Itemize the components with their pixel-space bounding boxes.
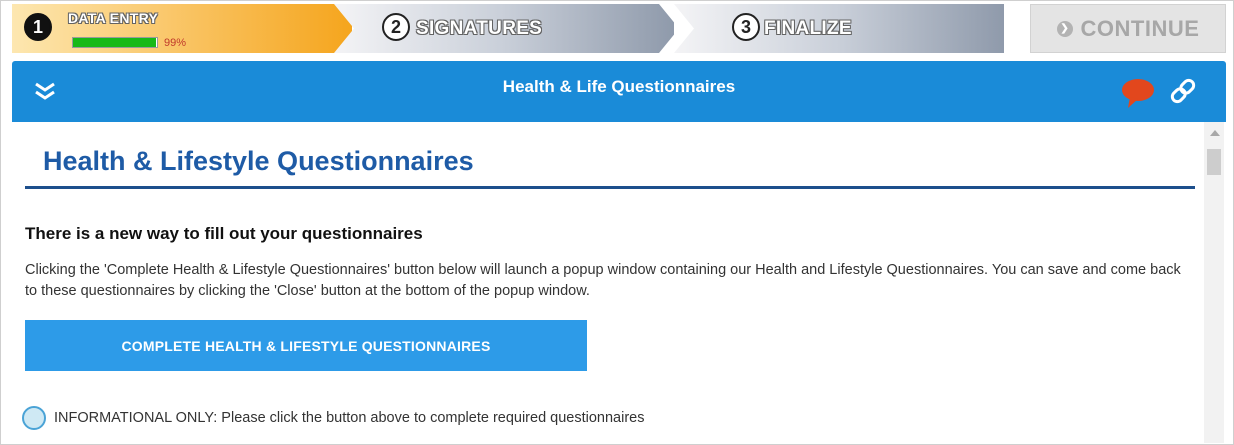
complete-questionnaires-button[interactable]: COMPLETE HEALTH & LIFESTYLE QUESTIONNAIR…: [25, 320, 587, 371]
page-title: Health & Lifestyle Questionnaires: [43, 146, 474, 176]
step-progress-track: [72, 37, 158, 48]
chevron-right-icon: ❯: [1056, 20, 1073, 37]
step-signatures[interactable]: 2 SIGNATURES: [334, 4, 674, 53]
scroll-up-arrow-icon[interactable]: [1210, 130, 1220, 136]
step-progress-bar: 1 DATA ENTRY 99% 2 SIGNATURES 3 FINALIZE…: [12, 4, 1226, 53]
vertical-scrollbar[interactable]: [1204, 122, 1224, 443]
step-label: SIGNATURES: [416, 18, 543, 39]
scroll-thumb[interactable]: [1207, 149, 1221, 175]
step-progress-fill: [73, 38, 157, 47]
header-title: Health & Life Questionnaires: [502, 77, 736, 96]
step-number: 1: [24, 13, 52, 41]
section-header: Health & Life Questionnaires: [12, 61, 1226, 122]
notice-body: Clicking the 'Complete Health & Lifestyl…: [25, 262, 1181, 299]
notice-heading: There is a new way to fill out your ques…: [25, 224, 423, 243]
continue-button[interactable]: ❯ CONTINUE: [1030, 4, 1226, 53]
continue-label: CONTINUE: [1080, 15, 1200, 41]
step-progress-percent: 99%: [164, 37, 187, 49]
title-divider: [25, 186, 1195, 189]
step-number: 3: [732, 13, 760, 41]
main-content: Health & Lifestyle Questionnaires There …: [12, 122, 1226, 443]
chat-bubble-icon[interactable]: [1120, 75, 1156, 111]
link-icon[interactable]: [1167, 75, 1199, 107]
step-label: DATA ENTRY: [68, 10, 159, 26]
step-label: FINALIZE: [764, 18, 852, 39]
step-data-entry[interactable]: 1 DATA ENTRY 99%: [12, 4, 352, 53]
info-row: INFORMATIONAL ONLY: Please click the but…: [22, 406, 645, 430]
step-number: 2: [382, 13, 410, 41]
step-finalize[interactable]: 3 FINALIZE: [674, 4, 1004, 53]
info-radio[interactable]: [22, 406, 46, 430]
info-text: INFORMATIONAL ONLY: Please click the but…: [54, 410, 645, 426]
